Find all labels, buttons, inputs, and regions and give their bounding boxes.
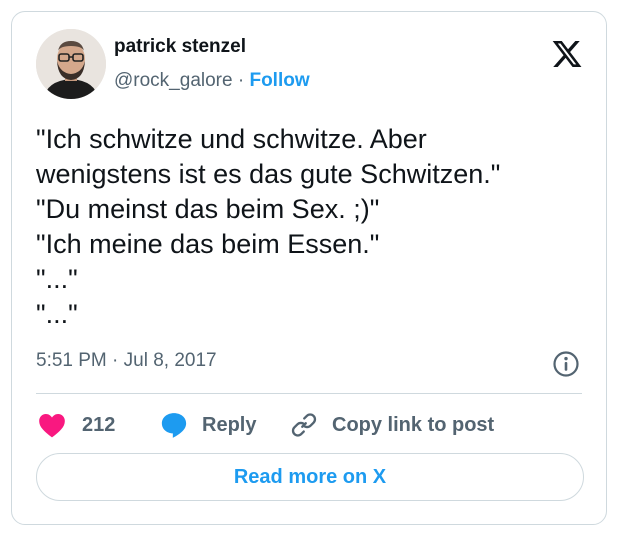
heart-icon — [39, 414, 65, 438]
author-avatar[interactable] — [36, 29, 106, 99]
like-count: 212 — [82, 413, 116, 436]
link-icon — [291, 413, 317, 437]
read-more-label: Read more on X — [233, 465, 387, 488]
tweet-line: "..." — [36, 264, 78, 294]
follow-link[interactable]: Follow — [249, 70, 309, 91]
author-name[interactable]: patrick stenzel — [114, 36, 246, 58]
copy-link-button[interactable]: Copy link to post — [290, 410, 494, 440]
tweet-text: "Ich schwitze und schwitze. Aber wenigst… — [36, 122, 596, 332]
tweet-line: "Ich meine das beim Essen." — [36, 229, 380, 259]
divider — [36, 393, 582, 394]
reply-label: Reply — [202, 413, 257, 436]
tweet-line: "..." — [36, 299, 78, 329]
tweet-line: wenigstens ist es das gute Schwitzen." — [36, 159, 501, 189]
author-handle[interactable]: @rock_galore — [114, 70, 233, 91]
author-handle-row: @rock_galore · Follow — [114, 70, 310, 92]
reply-bubble-icon — [161, 413, 187, 438]
copy-link-label: Copy link to post — [332, 413, 495, 436]
tweet-timestamp[interactable]: 5:51 PM · Jul 8, 2017 — [36, 350, 217, 372]
info-icon[interactable] — [552, 350, 580, 378]
reply-button[interactable]: Reply — [160, 410, 256, 440]
tweet-card: patrick stenzel @rock_galore · Follow "I… — [11, 11, 607, 525]
like-button[interactable]: 212 — [38, 410, 115, 440]
handle-separator: · — [232, 70, 250, 91]
read-more-button[interactable]: Read more on X — [36, 453, 584, 501]
tweet-line: "Ich schwitze und schwitze. Aber — [36, 124, 427, 154]
avatar-image — [36, 29, 106, 99]
x-logo-icon[interactable] — [550, 38, 584, 70]
tweet-line: "Du meinst das beim Sex. ;)" — [36, 194, 380, 224]
